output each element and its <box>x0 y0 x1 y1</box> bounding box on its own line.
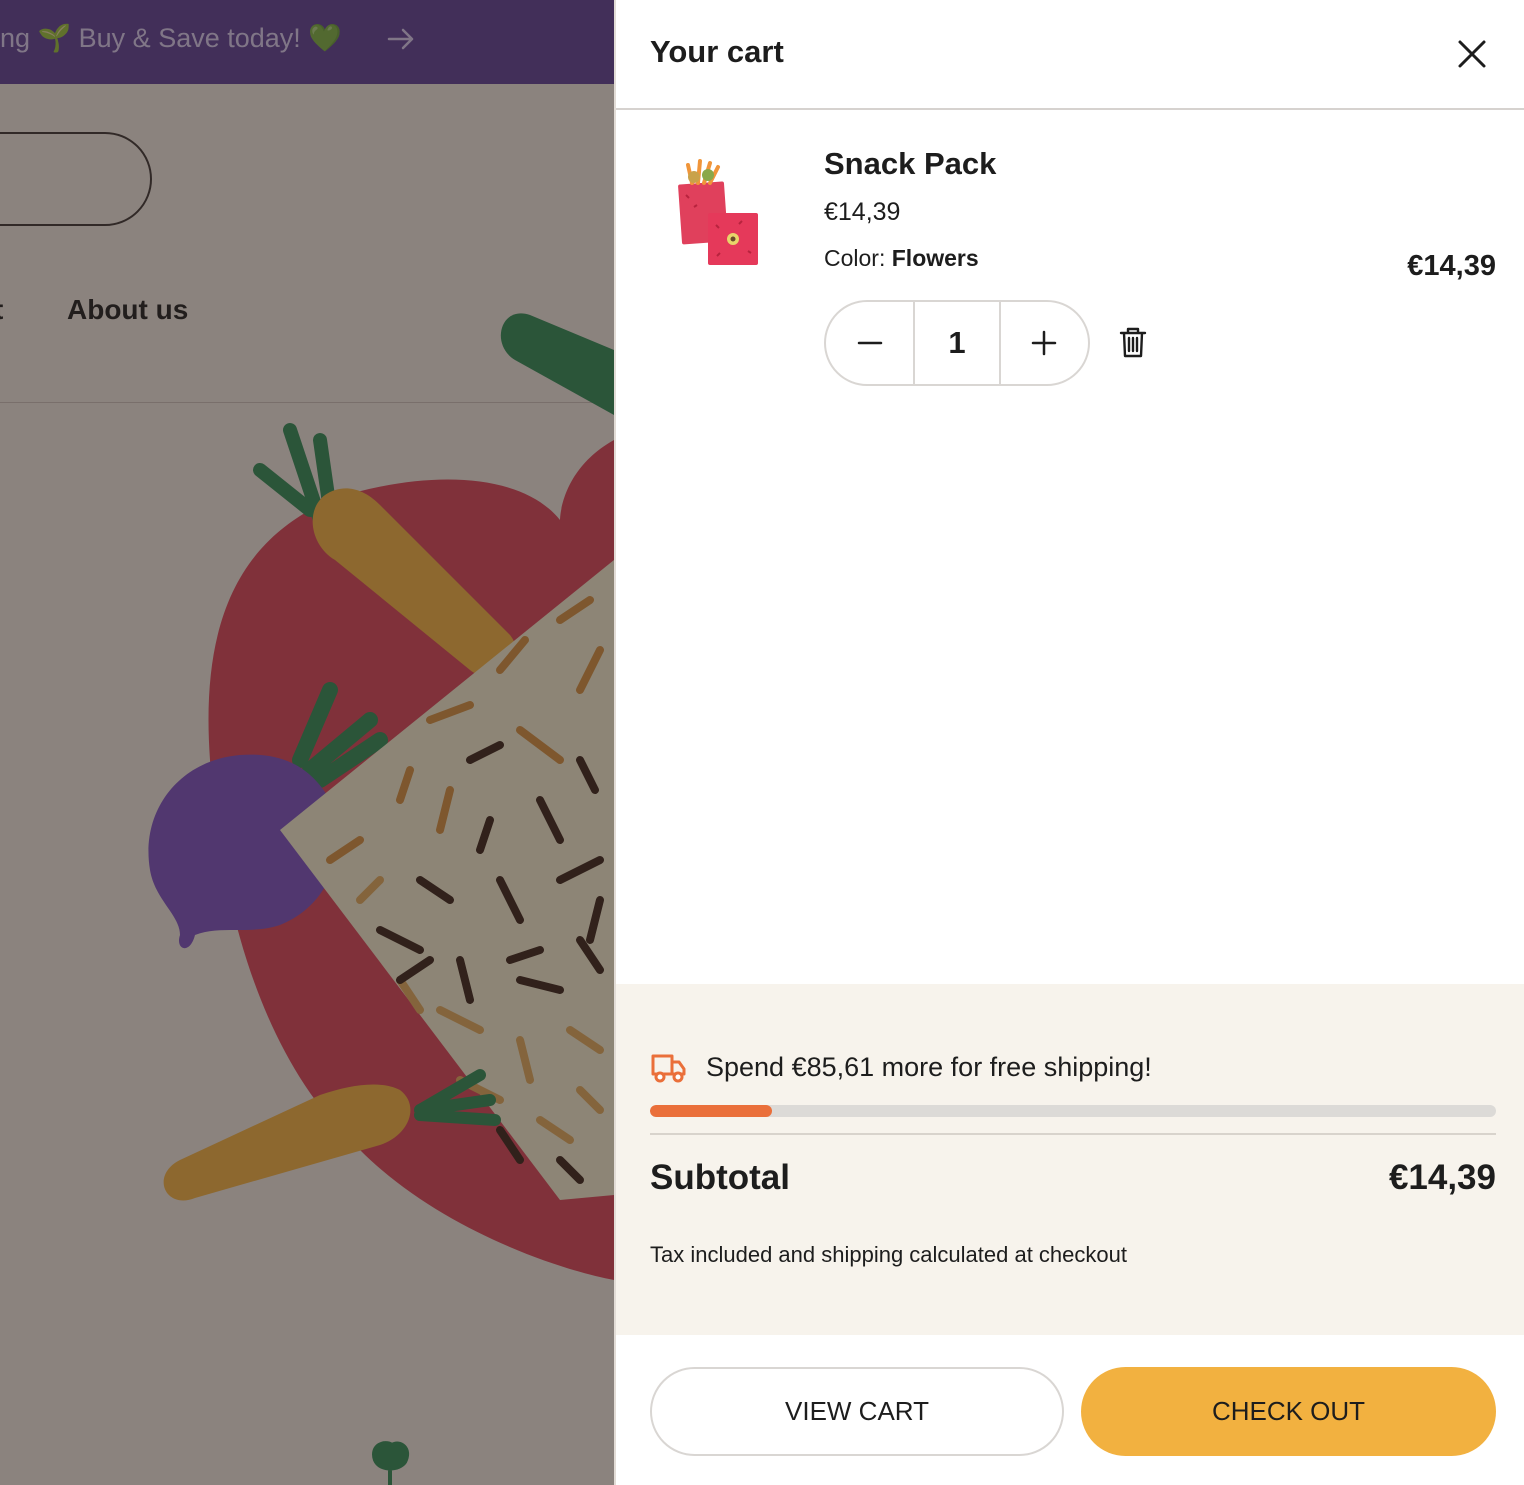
variant-value: Flowers <box>891 245 979 271</box>
cart-summary: Spend €85,61 more for free shipping! Sub… <box>616 984 1524 1335</box>
item-unit-price: €14,39 <box>824 198 901 226</box>
decrease-quantity-button[interactable] <box>826 302 913 384</box>
checkout-button[interactable]: CHECK OUT <box>1081 1367 1496 1456</box>
subtotal-label: Subtotal <box>650 1158 790 1197</box>
view-cart-button[interactable]: VIEW CART <box>650 1367 1064 1456</box>
cart-line-item: Snack Pack €14,39 Color: Flowers €14,39 … <box>616 110 1524 410</box>
item-variant: Color: Flowers <box>824 245 979 272</box>
quantity-stepper: 1 <box>824 300 1090 386</box>
truck-icon <box>651 1054 686 1083</box>
item-name[interactable]: Snack Pack <box>824 146 996 182</box>
subtotal-value: €14,39 <box>1388 1158 1496 1197</box>
minus-icon <box>857 341 882 345</box>
shipping-message-text: Spend €85,61 more for free shipping! <box>706 1051 1152 1082</box>
summary-divider <box>650 1133 1496 1135</box>
cart-title: Your cart <box>650 34 784 69</box>
background-page: ng 🌱 Buy & Save today! 💚 t About us <box>0 0 614 1485</box>
shipping-progress-fill <box>650 1105 772 1117</box>
free-shipping-message: Spend €85,61 more for free shipping! <box>650 1050 1152 1084</box>
increase-quantity-button[interactable] <box>1001 302 1088 384</box>
drawer-overlay[interactable] <box>0 0 614 1485</box>
cart-drawer: Your cart Snack Pack €14,39 Color: Flowe… <box>614 0 1524 1485</box>
product-thumbnail[interactable] <box>672 155 772 275</box>
item-line-total: €14,39 <box>1407 250 1496 282</box>
tax-note: Tax included and shipping calculated at … <box>650 1242 1127 1267</box>
shipping-progress-bar <box>650 1105 1496 1117</box>
cart-header: Your cart <box>616 0 1524 110</box>
plus-icon <box>1032 330 1057 356</box>
trash-icon[interactable] <box>1116 325 1150 359</box>
variant-label: Color: <box>824 245 886 271</box>
close-icon[interactable] <box>1452 34 1492 74</box>
quantity-input[interactable]: 1 <box>913 302 1001 384</box>
